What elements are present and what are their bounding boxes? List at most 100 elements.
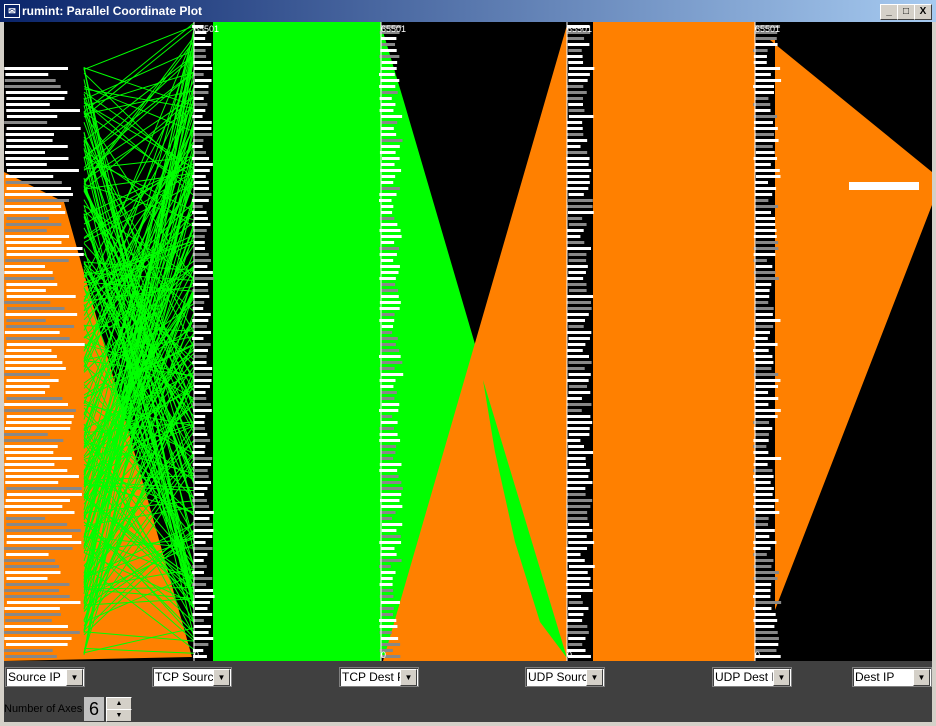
source-ip-labels [5,385,50,388]
tcp-source-labels [193,271,213,274]
chevron-down-icon[interactable]: ▼ [400,669,417,686]
source-ip-labels [6,421,72,424]
axis-6-select[interactable]: Dest IP ▼ [852,667,932,687]
udp-dest-labels [755,361,774,364]
chevron-down-icon[interactable]: ▼ [586,669,603,686]
udp-dest-labels [753,121,773,124]
tcp-dest-labels [379,595,394,598]
source-ip-labels [6,127,81,130]
chevron-down-icon[interactable]: ▼ [913,669,930,686]
udp-source-labels [568,373,591,376]
udp-dest-labels [755,37,777,40]
tcp-source-labels [193,241,205,244]
axis-1-select[interactable]: Source IP ▼ [5,667,85,687]
udp-dest-labels [753,355,773,358]
tcp-dest-labels [379,463,402,466]
udp-dest-labels [754,331,770,334]
udp-source-labels [567,307,592,310]
tcp-dest-labels [381,121,398,124]
udp-source-labels [568,49,582,52]
udp-dest-labels [754,529,775,532]
close-button[interactable]: X [914,4,932,20]
udp-dest-labels [754,307,774,310]
tcp-dest-labels [381,163,395,166]
tcp-dest-labels [380,133,397,136]
tcp-source-labels [194,589,214,592]
udp-source-labels [568,259,587,262]
tcp-dest-labels [380,331,393,334]
source-ip-labels [5,475,79,478]
tcp-source-labels [194,85,209,88]
tcp-source-labels [193,295,210,298]
udp-dest-labels [753,595,771,598]
parallel-coordinate-plot[interactable]: 65501 0 65501 0 65501 0 65501 0 [4,22,932,661]
udp-source-labels [568,451,594,454]
udp-dest-labels [753,127,778,130]
source-ip-labels [6,289,46,292]
udp-source-labels [566,205,593,208]
udp-dest-labels [754,67,781,70]
udp-dest-labels [753,481,771,484]
axis-5-select[interactable]: UDP Dest P▼ [712,667,792,687]
tcp-dest-labels [381,643,401,646]
tcp-dest-labels [381,271,399,274]
tcp-dest-labels [379,409,399,412]
tcp-dest-labels [379,217,395,220]
udp-source-labels [566,163,589,166]
udp-source-labels [567,379,589,382]
minimize-button[interactable]: _ [880,4,898,20]
source-ip-labels [5,655,57,658]
tcp-dest-labels [380,535,401,538]
udp-source-labels [567,511,588,514]
udp-source-labels [567,283,587,286]
udp-source-labels [568,601,583,604]
chevron-down-icon[interactable]: ▼ [66,669,83,686]
udp-dest-labels [754,229,777,232]
udp-source-labels [566,583,590,586]
tcp-dest-labels [381,373,404,376]
udp-dest-labels [753,469,773,472]
source-ip-labels [6,115,58,118]
tcp-dest-labels [380,265,400,268]
chevron-down-icon[interactable]: ▼ [773,669,790,686]
tcp-source-labels [193,301,205,304]
tcp-dest-labels [381,523,403,526]
udp-flow-region [593,22,755,661]
udp-source-labels [566,535,587,538]
udp-dest-labels [753,451,769,454]
source-ip-labels [5,571,61,574]
num-axes-value[interactable]: 6 [84,697,104,721]
tcp-dest-labels [379,193,397,196]
udp-dest-labels [753,55,767,58]
chevron-down-icon[interactable]: ▼ [213,669,230,686]
tcp-dest-labels [381,577,393,580]
spin-down-button[interactable]: ▼ [106,709,132,722]
tcp-dest-labels [381,61,398,64]
source-ip-labels [5,619,52,622]
udp-source-labels [567,403,592,406]
maximize-button[interactable]: □ [897,4,915,20]
source-ip-labels [4,301,51,304]
udp-dest-labels [753,505,775,508]
source-ip-labels [4,271,53,274]
tcp-source-labels [194,169,210,172]
tcp-dest-labels [379,277,396,280]
udp-source-labels [568,103,583,106]
axis-3-select[interactable]: TCP Dest P ▼ [339,667,419,687]
source-ip-labels [6,307,65,310]
tcp-dest-labels [379,439,401,442]
source-ip-labels [4,439,64,442]
udp-source-labels [567,343,586,346]
source-ip-labels [5,481,59,484]
udp-source-labels [567,319,586,322]
tcp-source-labels [193,439,211,442]
udp-dest-labels [753,547,771,550]
udp-dest-labels [753,85,775,88]
source-ip-labels [4,409,76,412]
axis-4-select[interactable]: UDP Sourc ▼ [525,667,605,687]
udp-source-labels [566,85,584,88]
tcp-dest-labels [379,307,400,310]
udp-source-labels [566,397,582,400]
axis-2-select[interactable]: TCP Source▼ [152,667,232,687]
udp-flow-region [770,40,932,610]
